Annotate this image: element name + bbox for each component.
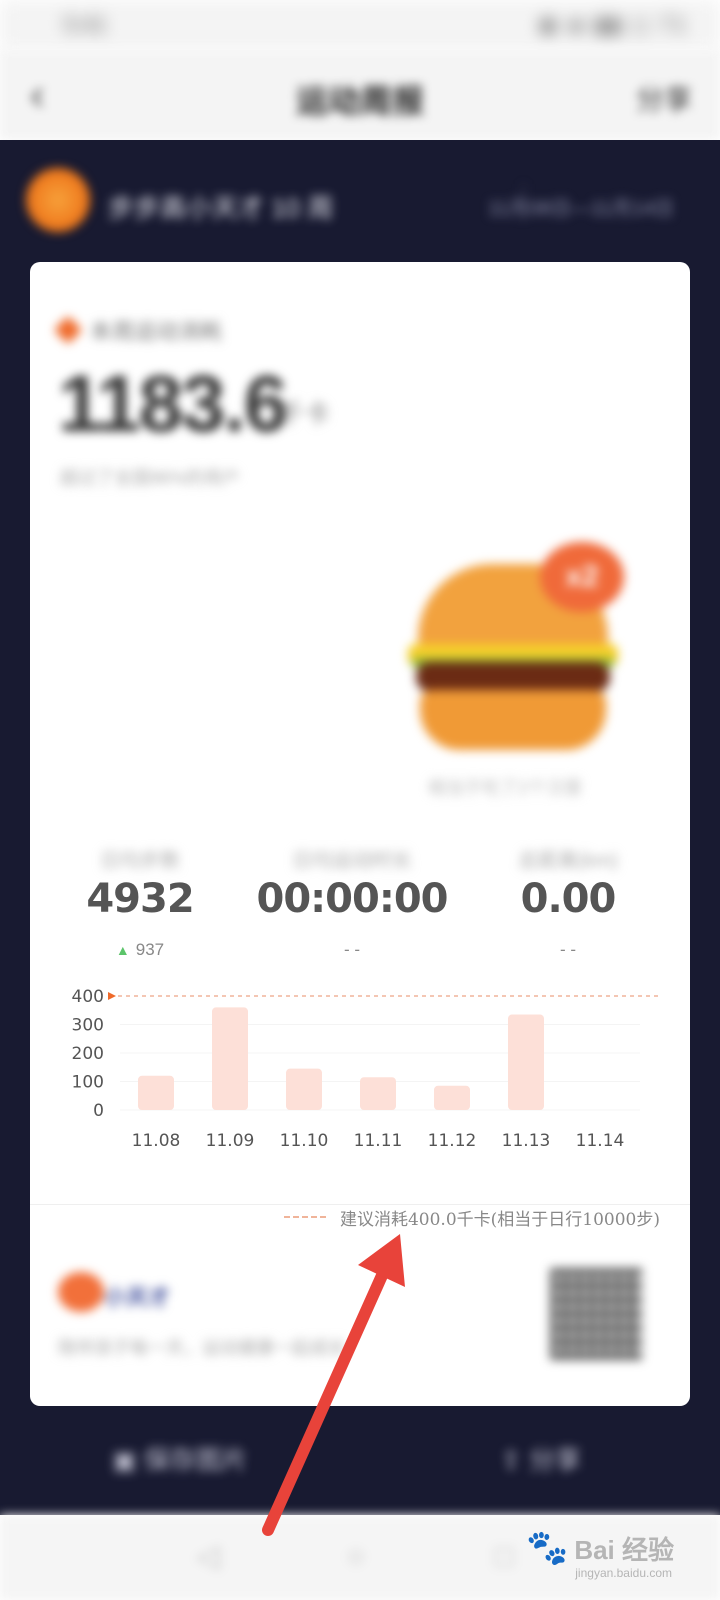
bar [434, 1085, 470, 1110]
x-tick-label: 11.12 [428, 1131, 477, 1151]
stat-sub: ▲ 937 [115, 940, 165, 959]
x-tick-label: 11.14 [576, 1131, 625, 1151]
y-tick-label: 200 [72, 1044, 104, 1064]
y-tick-label: 100 [72, 1073, 104, 1093]
multiplier-badge: x2 [540, 542, 624, 612]
stat-label: 日均运动时长 [292, 850, 412, 872]
flame-icon [53, 315, 83, 345]
stat-label: 日均步数 [100, 850, 180, 872]
share-button[interactable]: 分享 [636, 78, 692, 118]
brand-name: 小天才 [104, 1285, 171, 1310]
nav-recents-icon[interactable]: □ [484, 1537, 524, 1577]
watermark: 🐾 Bai 经验 [526, 1528, 674, 1568]
chart-svg: 0 100 200 300 400 11.08 11.09 11.10 11.11 11.12 11… [72, 987, 660, 1151]
bar [138, 1075, 174, 1110]
watermark-text: Bai 经验 [574, 1534, 674, 1565]
stat-duration: 日均运动时长 00:00:00 - - [242, 844, 462, 962]
arrow-up-icon: ▲ [115, 942, 130, 958]
reference-marker [108, 992, 116, 1000]
nav-home-icon[interactable]: ○ [336, 1537, 376, 1577]
calorie-chart: 0 100 200 300 400 11.08 11.09 11.10 11.11 11.12 11… [30, 984, 690, 1174]
x-tick-label: 11.10 [280, 1131, 329, 1151]
title-bar: ‹ 运动周报 分享 [0, 50, 720, 140]
stat-value: 0.00 [520, 876, 617, 922]
watermark-url: jingyan.baidu.com [575, 1566, 672, 1580]
nav-back-icon[interactable]: ◁ [188, 1537, 228, 1577]
stat-value: 00:00:00 [256, 876, 449, 922]
share-bottom-button[interactable]: ⇪ 分享 [500, 1440, 581, 1477]
paw-icon: 🐾 [525, 1529, 569, 1567]
brand-logo [58, 1272, 104, 1312]
date-range: 11月08日—11月14日 [487, 198, 674, 220]
status-icons: ◉ ◈ ▮▮ ◻ 71 [538, 12, 688, 37]
bar [212, 1007, 248, 1110]
bar [508, 1014, 544, 1110]
bar [286, 1068, 322, 1110]
x-tick-label: 11.13 [502, 1131, 551, 1151]
stat-sub: - - [343, 940, 361, 959]
ranking-text: 超过了全国96%的用户 [60, 468, 241, 488]
legend-text: 建议消耗400.0千卡(相当于日行10000步) [339, 1209, 660, 1230]
bar [360, 1077, 396, 1110]
y-tick-label: 400 [72, 987, 104, 1007]
calorie-value: 1183.6 [58, 359, 288, 448]
stat-label: 总距离(km) [518, 850, 618, 872]
slogan: 陪伴孩子每一天，运动健康一起成长 [58, 1338, 346, 1358]
stat-value: 4932 [86, 876, 194, 922]
legend-dashed-line [283, 1216, 326, 1218]
y-tick-label: 300 [72, 1016, 104, 1036]
avatar [26, 168, 90, 232]
report-card: 本周运动消耗 1183.6 千卡 超过了全国96%的用户 x2 相当于吃了2个汉… [30, 262, 690, 1406]
x-tick-label: 11.11 [354, 1131, 403, 1151]
calorie-label: 本周运动消耗 [90, 319, 223, 344]
calorie-unit: 千卡 [278, 399, 331, 429]
y-tick-label: 0 [93, 1101, 104, 1121]
stat-steps: 日均步数 4932 ▲ 937 [30, 844, 250, 962]
save-image-button[interactable]: ▣ 保存图片 [112, 1440, 248, 1477]
chart-legend: 建议消耗400.0千卡(相当于日行10000步) [283, 1204, 660, 1230]
x-tick-label: 11.08 [132, 1131, 181, 1151]
stat-distance: 总距离(km) 0.00 - - [458, 844, 678, 962]
burger-caption: 相当于吃了2个汉堡 [428, 778, 583, 798]
status-bar: 5:41 ◉ ◈ ▮▮ ◻ 71 [0, 0, 720, 50]
status-time: 5:41 [64, 12, 107, 37]
qr-code [550, 1268, 642, 1360]
x-tick-label: 11.09 [206, 1131, 255, 1151]
user-name: 步步高小天才 10 周 [108, 193, 334, 223]
stat-sub: - - [559, 940, 577, 959]
page-title: 运动周报 [295, 83, 424, 119]
